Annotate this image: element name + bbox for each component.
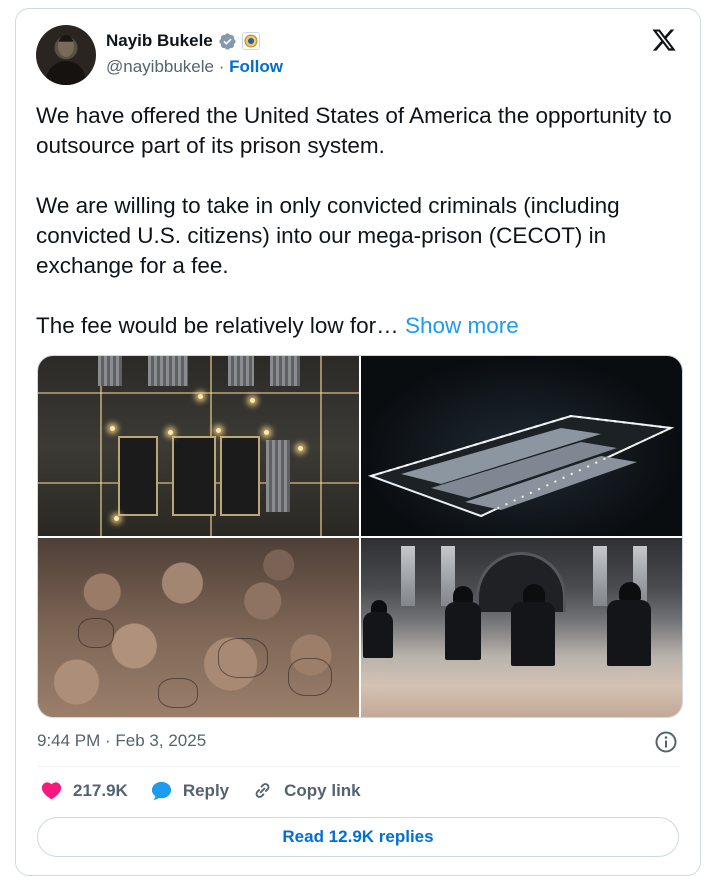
tweet-card: Nayib Bukele @nayibbukele · Follow We ha… bbox=[15, 8, 701, 876]
media-grid bbox=[37, 355, 683, 718]
copy-link-button[interactable]: Copy link bbox=[251, 779, 361, 802]
verified-badge-icon bbox=[219, 32, 236, 50]
photo-inmates[interactable] bbox=[38, 538, 359, 717]
tweet-paragraph-3: The fee would be relatively low for… bbox=[36, 313, 399, 338]
show-more-link[interactable]: Show more bbox=[405, 313, 519, 338]
author-name[interactable]: Nayib Bukele bbox=[106, 31, 213, 51]
tweet-paragraph-2: We are willing to take in only convicted… bbox=[36, 193, 620, 278]
action-bar: 217.9K Reply Copy link bbox=[40, 779, 361, 802]
follow-button[interactable]: Follow bbox=[229, 57, 283, 76]
heart-icon bbox=[41, 782, 62, 800]
like-count: 217.9K bbox=[73, 780, 128, 800]
reply-label: Reply bbox=[182, 780, 230, 800]
like-button[interactable]: 217.9K bbox=[40, 779, 128, 802]
author-handle[interactable]: @nayibbukele bbox=[106, 57, 214, 76]
avatar-head bbox=[58, 35, 74, 57]
avatar-silhouette bbox=[46, 61, 86, 85]
author-name-row: Nayib Bukele bbox=[106, 31, 260, 51]
reply-button[interactable]: Reply bbox=[150, 779, 229, 802]
link-icon bbox=[255, 783, 270, 798]
tweet-text: We have offered the United States of Ame… bbox=[36, 101, 686, 341]
photo-prison-complex-night[interactable] bbox=[361, 356, 682, 536]
tweet-paragraph-1: We have offered the United States of Ame… bbox=[36, 103, 672, 158]
author-handle-row: @nayibbukele · Follow bbox=[106, 57, 283, 77]
divider bbox=[37, 766, 679, 767]
photo-guards-inmates[interactable] bbox=[361, 538, 682, 717]
copy-link-label: Copy link bbox=[284, 780, 361, 800]
author-avatar[interactable] bbox=[36, 25, 96, 85]
handle-separator: · bbox=[218, 57, 225, 76]
photo-aerial-prison[interactable] bbox=[38, 356, 359, 536]
info-icon[interactable] bbox=[654, 730, 678, 754]
government-affiliation-icon bbox=[241, 32, 260, 50]
x-logo-icon[interactable] bbox=[650, 27, 678, 53]
read-replies-button[interactable]: Read 12.9K replies bbox=[37, 817, 679, 857]
speech-bubble-icon bbox=[151, 781, 171, 800]
tweet-timestamp[interactable]: 9:44 PM · Feb 3, 2025 bbox=[37, 731, 206, 751]
